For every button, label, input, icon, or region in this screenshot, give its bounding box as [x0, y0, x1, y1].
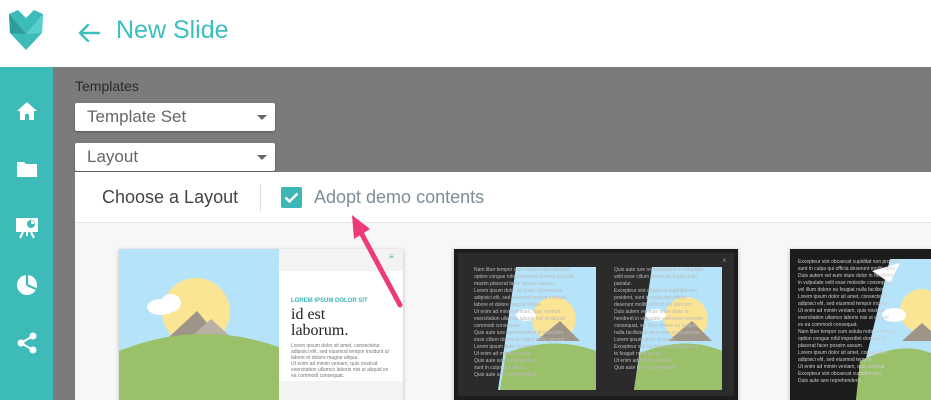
- folder-icon: [16, 162, 37, 177]
- thumb-text-line: te feugait nulla facilisi.: [614, 351, 663, 357]
- thumb-text-line: velit esse cillum dolore eu fugiat nulla: [614, 274, 697, 280]
- thumb-text-line: Ut enim ad minim veniam.: [474, 351, 532, 357]
- thumb-text-line: mazim placerat facer possim assum.: [474, 281, 556, 287]
- sidebar-item-chart[interactable]: [0, 261, 53, 309]
- back-arrow-icon[interactable]: [76, 20, 102, 46]
- thumb-text-line: Nam liber tempor cum soluta nobis eleife…: [474, 267, 571, 273]
- thumb-text-line: Quis aute iure reprehenderit in voluptat…: [474, 330, 564, 336]
- thumb2-column-1: Nam liber tempor cum soluta nobis eleife…: [474, 267, 573, 379]
- sidebar-item-share[interactable]: [0, 319, 53, 367]
- checkmark-icon: [284, 192, 299, 204]
- thumb-text-line: exercitation ullamco laboris nisi ut ali…: [474, 316, 565, 322]
- thumb3-text: Excepteur sint obcaecat cupiditat non pr…: [798, 259, 901, 385]
- layout-value: Layout: [87, 147, 139, 166]
- thumb-text-line: Quis aute iure reprehenderit.: [474, 358, 538, 364]
- thumb-text-line: Lorem ipsum dolor sit amet, consectetur: [474, 288, 563, 294]
- sidebar-item-folder[interactable]: [0, 145, 53, 193]
- thumb-text-line: hendrerit in vulputate velit esse molest…: [614, 316, 703, 322]
- thumb-text-line: deserunt mollit anim id est laborum.: [614, 302, 693, 308]
- chevron-down-icon: [257, 155, 267, 160]
- thumb-text-line: Quis aute iure reprehenderit in voluptat…: [614, 267, 704, 273]
- thumb-text-line: Excepteur sint obcaecat cupiditat non: [614, 288, 698, 294]
- thumb-text-line: Ut enim ad minim veniam.: [614, 358, 672, 364]
- chevron-down-icon: [257, 115, 267, 120]
- thumb2-column-2: Quis aute iure reprehenderit in voluptat…: [614, 267, 703, 372]
- thumb-text-line: Lorem ipsum dolor sit amet.: [614, 337, 676, 343]
- thumb-text-line: ex ea commodi consequat.: [798, 322, 858, 328]
- thumb-text-line: adipisici elit, sed eiusmod tempor incid…: [474, 295, 567, 301]
- thumb-text-line: vel illum dolore eu feugiat nulla facili…: [798, 287, 886, 293]
- thumb-text-line: Duis autem vel eum iriure dolor in hendr…: [798, 273, 894, 279]
- thumb-text-line: Excepteur sint obcaecat cupiditat non pr…: [798, 259, 901, 265]
- thumb-text-line: placerat facer possim assum.: [798, 343, 864, 349]
- thumb-text-line: Ut enim ad minim veniam, quis nostrud: [798, 364, 885, 370]
- thumb-text-line: Duis aute iure reprehenderit.: [798, 378, 862, 384]
- layout-chooser-header: Choose a Layout Adopt demo contents: [75, 172, 931, 223]
- fox-logo-icon: [9, 10, 43, 50]
- thumb-text-line: commodi consequat.: [474, 323, 521, 329]
- page-title: New Slide: [116, 16, 229, 44]
- thumb-text-line: nulla facilisis at vero eros et accumsan…: [614, 330, 701, 336]
- thumb-text-line: option congue nihil imperdiet doming id …: [474, 274, 574, 280]
- thumb-text-line: Quis aute iure reprehenderit.: [614, 365, 678, 371]
- thumb1-body: Lorem ipsum dolor sit amet, consectetur a…: [291, 343, 389, 379]
- template-set-value: Template Set: [87, 107, 187, 126]
- thumb-text-line: Ut enim ad minim veniam, quis nostrud: [474, 309, 561, 315]
- thumb-text-line: sunt in culpa qui officia.: [474, 365, 526, 371]
- layout-thumbnail-3[interactable]: Excepteur sint obcaecat cupiditat non pr…: [790, 249, 931, 400]
- thumb-text-line: Excepteur sint occaecat cupidatat non: [614, 344, 699, 350]
- header-divider: [260, 184, 261, 211]
- pie-chart-icon: [16, 275, 37, 295]
- thumb-text-line: pariatur.: [614, 281, 633, 287]
- sidebar-item-presentation[interactable]: [0, 203, 53, 251]
- share-icon: [17, 332, 36, 354]
- app-header: New Slide: [0, 0, 931, 67]
- sidebar-item-home[interactable]: [0, 87, 53, 135]
- thumb-text-line: Lorem ipsum dolor sit amet, consectetur: [798, 294, 887, 300]
- layout-thumbnail-2[interactable]: Nam liber tempor cum soluta nobis eleife…: [454, 249, 738, 400]
- home-icon: [16, 102, 37, 120]
- thumb-text-line: proident, sunt in culpa qui officia: [614, 295, 686, 301]
- sidebar: [0, 67, 53, 400]
- thumb2-close-icon: ×: [722, 256, 727, 265]
- thumb-text-line: Nam liber tempor cum soluta nobis eleife…: [798, 329, 895, 335]
- annotation-arrow: [352, 215, 403, 308]
- thumb-text-line: sunt in culpa qui officia deserunt molli…: [798, 266, 895, 272]
- thumb-text-line: consequat, vel illum dolore eu feugiat: [614, 323, 697, 329]
- thumb-text-line: Duis autem vel eum iriure dolor in: [614, 309, 689, 315]
- choose-layout-title: Choose a Layout: [102, 187, 239, 207]
- adopt-demo-checkbox[interactable]: [281, 187, 302, 208]
- template-set-select[interactable]: Template Set: [75, 103, 275, 131]
- thumb-text-line: option congue nihil imperdiet doming id: [798, 336, 885, 342]
- thumb-text-line: ea commodi consequat.: [291, 373, 345, 379]
- thumb-text-line: labore et dolore magna aliqua.: [474, 302, 542, 308]
- thumb-text-line: adipisici elit, sed eiusmod tempor.: [798, 357, 873, 363]
- thumb-text-line: adipisici elit, sed eiusmod tempor incid…: [798, 301, 891, 307]
- thumb-text-line: exercitation ullamco laboris nisi ut ali…: [798, 315, 889, 321]
- presentation-icon: [15, 218, 38, 239]
- thumb-text-line: esse cillum dolore eu fugiat nulla paria…: [474, 337, 566, 343]
- thumb1-headline-2: laborum.: [291, 322, 349, 339]
- thumb-text-line: in vulputate velit esse molestie consequ…: [798, 280, 892, 286]
- layout-select[interactable]: Layout: [75, 143, 275, 171]
- thumb-text-line: Quis aute iure reprehenderit.: [474, 372, 538, 378]
- thumb1-headline-1: id est: [291, 306, 326, 323]
- thumb-text-line: Lorem ipsum dolor sit amet, consectetur: [798, 350, 887, 356]
- app-logo[interactable]: [0, 0, 53, 67]
- thumb-text-line: Ut enim ad minim veniam, quis nostrud: [798, 308, 885, 314]
- templates-label: Templates: [75, 78, 139, 94]
- thumb-text-line: Lorem ipsum dolor sit amet.: [474, 344, 536, 350]
- thumb-text-line: Excepteur sint obcaecat cupiditat non.: [798, 371, 883, 377]
